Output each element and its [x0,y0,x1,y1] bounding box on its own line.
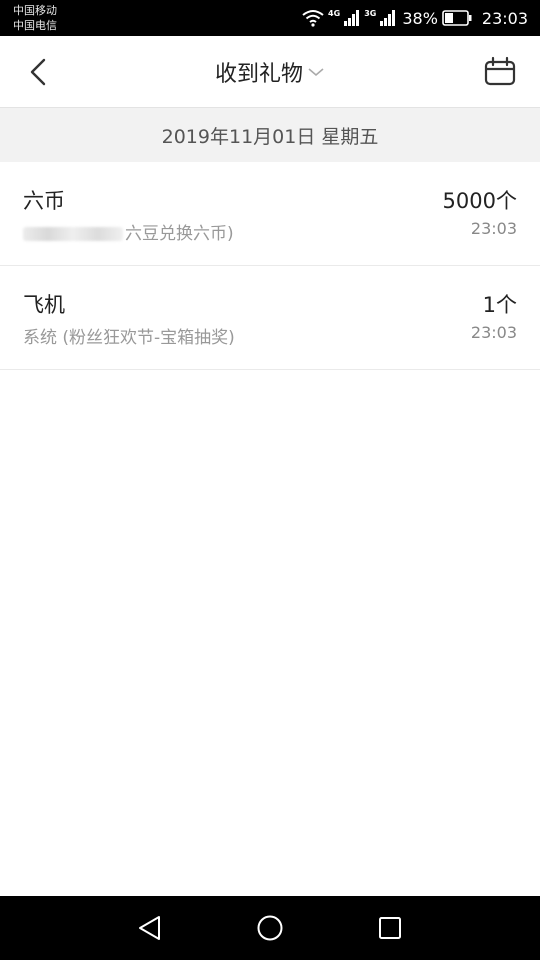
status-indicators: 4G 3G 38% 23:03 [302,0,528,36]
gift-name: 六币 [23,189,65,213]
chevron-left-icon [30,58,46,86]
calendar-icon [484,56,516,86]
gift-count: 5000个 [442,189,517,213]
calendar-button[interactable] [482,54,518,90]
chevron-down-icon [308,68,324,77]
home-circle-icon [257,915,283,941]
gift-time: 23:03 [470,323,517,342]
recents-square-icon [379,917,401,939]
title-dropdown[interactable]: 收到礼物 [215,56,325,88]
obscured-text [23,227,123,241]
gift-source: 系统 (粉丝狂欢节-宝箱抽奖) [23,328,235,348]
title-container: 收到礼物 [0,36,540,108]
gift-source: 六豆兑换六币) [23,219,234,244]
gift-count: 1个 [482,293,517,317]
gift-name: 飞机 [23,293,65,317]
clock: 23:03 [481,8,528,28]
date-label: 2019年11月01日 星期五 [161,125,379,148]
carrier-1: 中国移动 [13,4,57,17]
list-item[interactable]: 六币 六豆兑换六币) 5000个 23:03 [0,162,540,266]
screen: 中国移动 中国电信 4G 3G 38% 23:03 收到礼物 2019年11月0… [0,0,540,960]
gift-source-text: 六豆兑换六币) [125,224,234,244]
network-type-1: 4G [328,9,341,18]
battery-icon [442,10,472,26]
nav-back-button[interactable] [132,910,168,946]
signal-icon-2 [380,10,396,26]
nav-recents-button[interactable] [372,910,408,946]
back-triangle-icon [139,916,160,940]
page-title: 收到礼物 [214,62,303,87]
header-bar: 收到礼物 [0,36,540,108]
wifi-icon [302,10,324,27]
signal-icon [344,10,360,26]
carrier-2: 中国电信 [13,19,57,32]
date-header: 2019年11月01日 星期五 [0,108,540,162]
back-button[interactable] [22,54,58,90]
network-type-2: 3G [364,9,377,18]
status-bar: 中国移动 中国电信 4G 3G 38% 23:03 [0,0,540,36]
navigation-bar [0,896,540,960]
carrier-labels: 中国移动 中国电信 [13,3,57,33]
gift-time: 23:03 [470,219,517,238]
gift-list: 六币 六豆兑换六币) 5000个 23:03 飞机 系统 (粉丝狂欢节-宝箱抽奖… [0,162,540,370]
battery-percent: 38% [402,8,438,28]
list-item[interactable]: 飞机 系统 (粉丝狂欢节-宝箱抽奖) 1个 23:03 [0,266,540,370]
nav-home-button[interactable] [252,910,288,946]
